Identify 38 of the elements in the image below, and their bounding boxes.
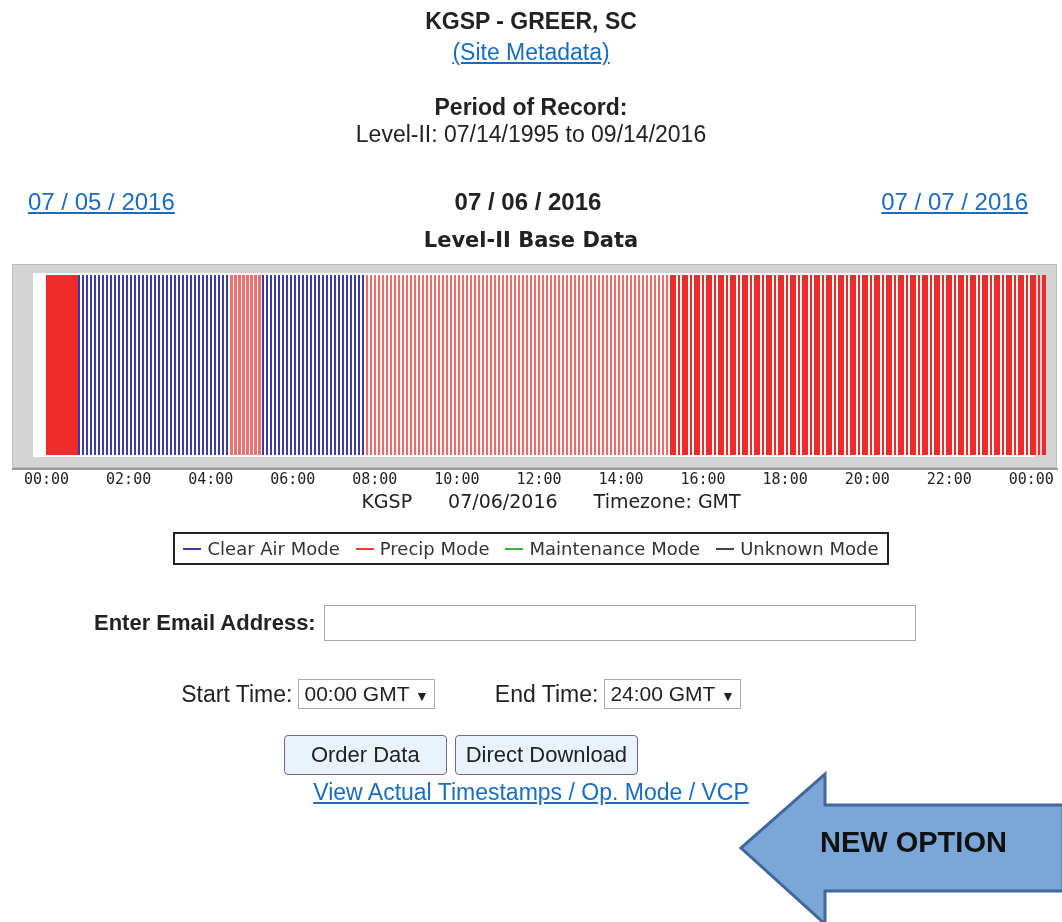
site-title: KGSP - GREER, SC [425, 8, 637, 35]
chart-station: KGSP [361, 490, 413, 512]
action-button[interactable]: Order Data [283, 735, 447, 775]
axis-tick-label: 00:00 [1008, 470, 1054, 488]
axis-tick-label: 04:00 [188, 470, 234, 488]
timestamps-link[interactable]: View Actual Timestamps / Op. Mode / VCP [313, 779, 749, 806]
chart-date: 07/06/2016 [448, 490, 558, 512]
chart-timezone: Timezone: GMT [593, 490, 741, 512]
legend-label: Unknown Mode [740, 538, 879, 559]
email-label: Enter Email Address: [94, 610, 316, 636]
start-time-dropdown[interactable]: 00:00 GMT ▼ [298, 679, 435, 709]
start-time-label: Start Time: [181, 680, 293, 708]
axis-tick-label: 22:00 [926, 470, 972, 488]
action-button[interactable]: Direct Download [454, 735, 639, 775]
email-field[interactable] [323, 605, 916, 641]
axis-tick-label: 08:00 [352, 470, 398, 488]
axis-tick-label: 16:00 [680, 470, 726, 488]
axis-tick-label: 02:00 [106, 470, 152, 488]
legend-label: Precip Mode [379, 538, 490, 559]
period-text: Level-II: 07/14/1995 to 09/14/2016 [355, 121, 707, 148]
legend-label: Clear Air Mode [207, 538, 340, 559]
next-date-link[interactable]: 07 / 07 / 2016 [881, 188, 1028, 216]
axis-tick-label: 10:00 [434, 470, 480, 488]
site-metadata-link[interactable]: (Site Metadata) [452, 39, 610, 66]
axis-tick-label: 06:00 [270, 470, 316, 488]
current-date: 07 / 06 / 2016 [454, 188, 602, 216]
legend-label: Maintenance Mode [529, 538, 701, 559]
axis-tick-label: 18:00 [762, 470, 808, 488]
axis-tick-label: 20:00 [844, 470, 890, 488]
callout-label: NEW OPTION [820, 826, 1007, 859]
end-time-label: End Time: [494, 680, 599, 708]
end-time-dropdown[interactable]: 24:00 GMT ▼ [604, 679, 741, 709]
axis-tick-label: 14:00 [598, 470, 644, 488]
period-heading: Period of Record: [434, 94, 628, 121]
chart-title: Level-II Base Data [422, 228, 640, 252]
axis-tick-label: 00:00 [24, 470, 70, 488]
axis-tick-label: 12:00 [516, 470, 562, 488]
previous-date-link[interactable]: 07 / 05 / 2016 [28, 188, 175, 216]
